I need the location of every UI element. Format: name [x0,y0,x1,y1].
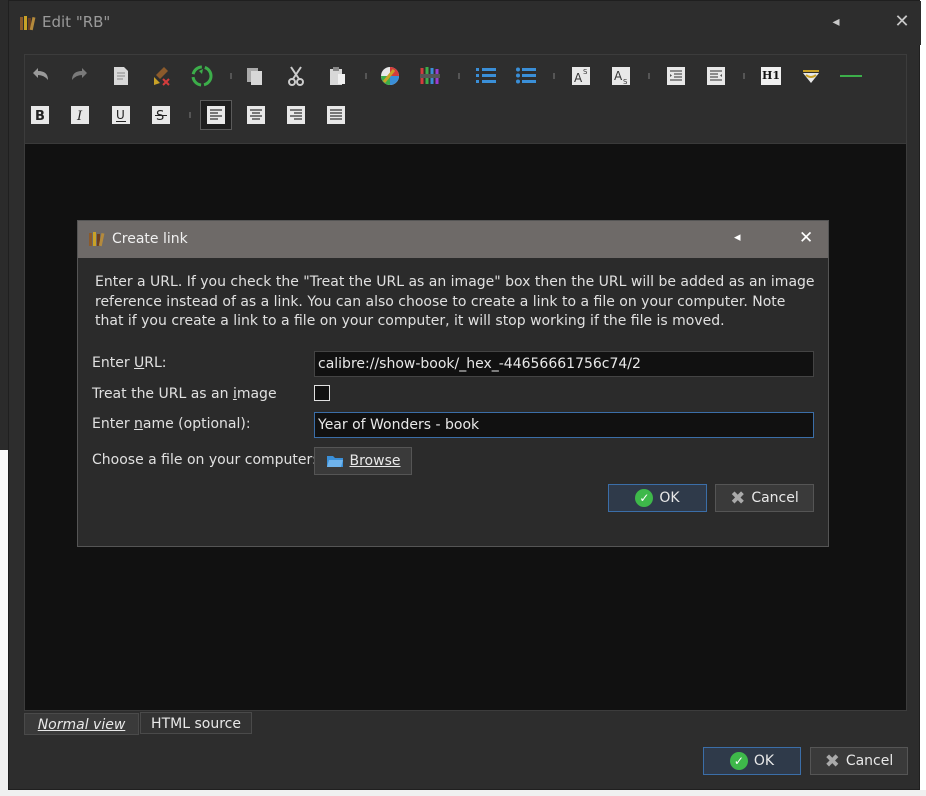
indent-icon[interactable] [663,63,689,89]
name-field[interactable]: Year of Wonders - book [314,412,814,438]
ordered-list-icon[interactable] [473,63,499,89]
browse-button-label: Browse [349,453,401,469]
bold-icon[interactable]: B [27,102,53,128]
checkmark-icon: ✓ [729,752,748,770]
folder-icon [326,456,343,467]
clear-document-icon[interactable] [108,63,134,89]
toolbar-separator [743,73,745,79]
paste-icon[interactable] [324,63,350,89]
svg-text:S: S [156,109,164,124]
file-label: Choose a file on your computer: [92,452,317,468]
ok-button[interactable]: ✓ OK [703,747,801,775]
undo-icon[interactable] [27,63,53,89]
ok-button-label: OK [753,753,775,769]
toolbar-separator [189,112,191,118]
close-icon[interactable]: ✕ [887,7,917,37]
name-label: Enter name (optional): [92,416,251,432]
align-center-icon[interactable] [243,102,269,128]
url-field[interactable]: calibre://show-book/_hex_-44656661756c74… [314,351,814,377]
background-window-edge [0,450,8,690]
tab-normal-view[interactable]: Normal view [24,713,139,735]
image-checkbox[interactable] [314,385,330,401]
dialog-cancel-button[interactable]: ✖ Cancel [715,484,814,512]
dialog-ok-label: OK [659,490,680,506]
image-checkbox-label: Treat the URL as an image [92,386,277,402]
superscript-icon[interactable]: AS [568,63,594,89]
copy-icon[interactable] [242,63,268,89]
toolbar-separator [648,73,650,79]
svg-text:U: U [116,108,125,122]
cancel-button-label: Cancel [845,753,894,769]
window-titlebar: Edit "RB" ◂ ✕ [9,1,921,45]
svg-text:I: I [76,109,83,124]
dialog-description: Enter a URL. If you check the "Treat the… [95,274,815,329]
dialog-ok-button[interactable]: ✓ OK [608,484,707,512]
tab-html-source-label: HTML source [151,716,241,732]
insert-link-icon[interactable] [798,63,824,89]
background-color-icon[interactable] [417,63,443,89]
italic-icon[interactable]: I [67,102,93,128]
collapse-icon[interactable]: ◂ [734,230,741,245]
tab-html-source[interactable]: HTML source [140,712,252,734]
dialog-titlebar: Create link ◂ ✕ [78,221,828,258]
dialog-title: Create link [112,231,188,247]
svg-text:A: A [614,69,623,83]
svg-text:S: S [623,78,628,86]
redo-icon[interactable] [67,63,93,89]
create-link-dialog: Create link ◂ ✕ Enter a URL. If you chec… [77,220,829,547]
cross-icon: ✖ [824,750,840,772]
toolbar-separator [365,73,367,79]
strikethrough-icon[interactable]: S [148,102,174,128]
calibre-books-icon [89,232,105,247]
cancel-button[interactable]: ✖ Cancel [810,747,908,775]
align-left-icon[interactable] [200,100,232,130]
window-title: Edit "RB" [42,13,111,31]
underline-icon[interactable]: U [108,102,134,128]
foreground-color-icon[interactable] [377,63,403,89]
svg-text:S: S [583,68,588,76]
close-icon[interactable]: ✕ [799,228,813,248]
justify-icon[interactable] [323,102,349,128]
subscript-icon[interactable]: AS [608,63,634,89]
remove-format-icon[interactable] [148,63,174,89]
browse-button[interactable]: Browse [314,447,412,475]
collapse-icon[interactable]: ◂ [821,7,851,37]
unordered-list-icon[interactable] [513,63,539,89]
svg-text:A: A [574,71,583,85]
align-right-icon[interactable] [283,102,309,128]
url-label: Enter URL: [92,355,167,371]
heading-icon[interactable]: H1 [758,63,784,89]
outdent-icon[interactable] [703,63,729,89]
background-window-edge [0,180,8,450]
checkmark-icon: ✓ [635,489,654,507]
toolbar-separator [553,73,555,79]
toolbar-separator [458,73,460,79]
recycle-icon[interactable] [189,63,215,89]
editor-toolbar: AS AS H1 B I U S [25,55,906,144]
tab-normal-view-label: Normal view [37,717,126,733]
calibre-books-icon [20,16,36,31]
cross-icon: ✖ [730,487,746,509]
cut-icon[interactable] [283,63,309,89]
dialog-cancel-label: Cancel [751,490,799,506]
svg-text:B: B [35,109,45,124]
heading-label: H1 [761,67,781,85]
horizontal-rule-icon[interactable] [838,63,864,89]
background-window-edge [0,0,8,180]
toolbar-separator [230,73,232,79]
